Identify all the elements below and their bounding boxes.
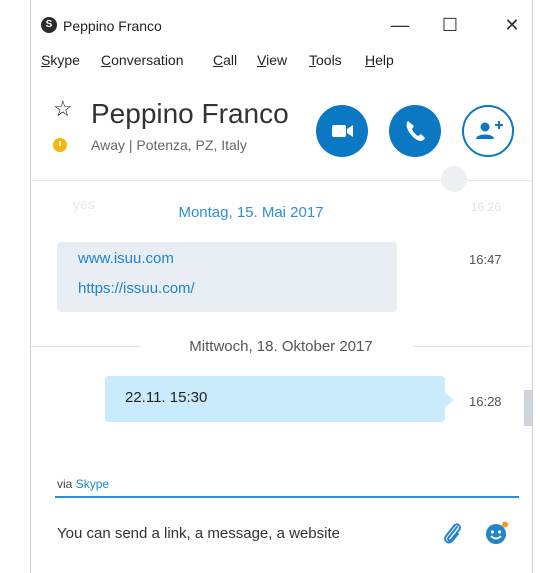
audio-call-button[interactable] [389, 105, 441, 157]
menu-tools[interactable]: Tools [309, 52, 342, 68]
window-title: Peppino Franco [63, 18, 162, 34]
close-button[interactable]: ✕ [495, 12, 529, 38]
attach-button[interactable] [441, 520, 465, 546]
video-call-icon [332, 125, 353, 137]
message-timestamp: 16:28 [469, 394, 502, 409]
message-timestamp: 16:47 [469, 252, 502, 267]
paperclip-icon [444, 523, 461, 544]
via-service: via Skype [57, 477, 109, 491]
via-prefix: via [57, 477, 73, 491]
message-history: yes 16:26 Montag, 15. Mai 2017 www.isuu.… [31, 182, 532, 454]
contact-status: Away | Potenza, PZ, Italy [91, 137, 247, 153]
date-separator: Mittwoch, 18. Oktober 2017 [31, 338, 532, 358]
away-status-icon [53, 138, 67, 152]
menu-bar: Skype Conversation Call View Tools Help [31, 50, 532, 72]
separator-line [413, 346, 531, 347]
title-bar: S Peppino Franco — ☐ ✕ [31, 0, 532, 48]
emoticon-icon [486, 521, 508, 544]
input-underline [55, 496, 519, 498]
video-call-button[interactable] [316, 105, 368, 157]
via-service-selector[interactable]: Skype [76, 477, 109, 491]
add-people-icon [476, 121, 503, 139]
received-message: www.isuu.com https://issuu.com/ [57, 242, 397, 312]
date-header: Montag, 15. Mai 2017 [178, 204, 324, 221]
favorite-star-icon[interactable]: ☆ [53, 96, 73, 122]
contact-name: Peppino Franco [91, 98, 289, 129]
add-people-button[interactable] [462, 105, 514, 157]
phone-call-icon [406, 121, 425, 141]
sent-message: 22.11. 15:30 [105, 376, 454, 422]
message-link[interactable]: www.isuu.com [78, 250, 174, 267]
maximize-button[interactable]: ☐ [433, 12, 467, 38]
conversation-window: S Peppino Franco — ☐ ✕ Skype Conversatio… [30, 0, 533, 573]
minimize-button[interactable]: — [383, 12, 417, 38]
menu-help[interactable]: Help [365, 52, 394, 68]
skype-icon: S [41, 17, 57, 33]
message-link[interactable]: https://issuu.com/ [78, 280, 195, 297]
faded-timestamp: 16:26 [471, 200, 502, 214]
message-text: 22.11. 15:30 [125, 389, 208, 406]
menu-conversation[interactable]: Conversation [101, 52, 184, 68]
menu-skype[interactable]: Skype [41, 52, 80, 68]
menu-call[interactable]: Call [213, 52, 237, 68]
message-input[interactable]: You can send a link, a message, a websit… [57, 525, 340, 542]
menu-view[interactable]: View [257, 52, 287, 68]
emoticon-button[interactable] [485, 521, 509, 545]
scrollbar-thumb[interactable] [524, 390, 532, 426]
